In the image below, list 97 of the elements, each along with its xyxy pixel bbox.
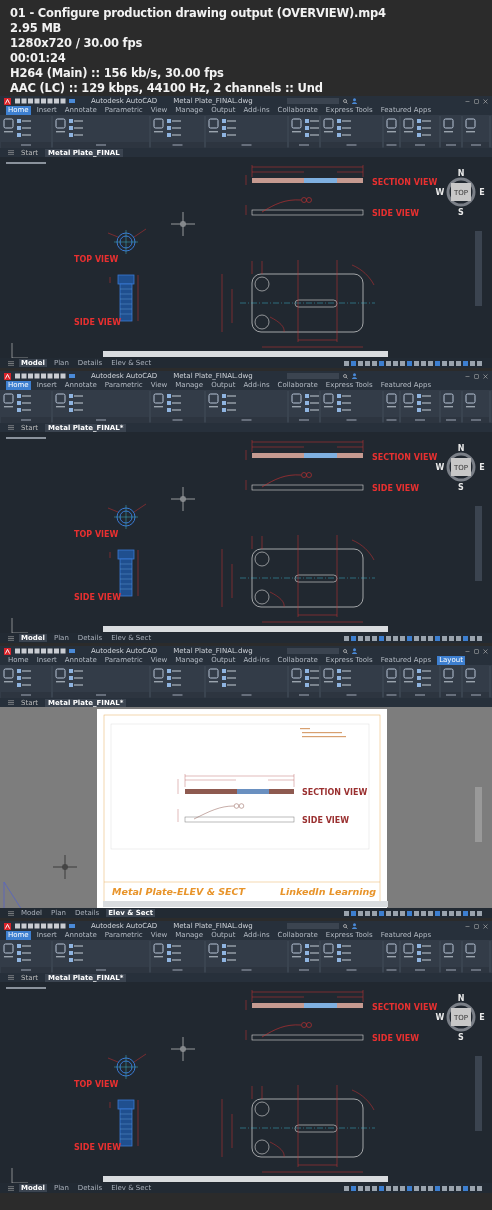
ucs-axes-icon — [11, 617, 29, 633]
bolt-top-view-drawing — [107, 1053, 147, 1080]
app-logo-icon[interactable] — [4, 372, 11, 380]
compass-letter[interactable]: S — [458, 208, 464, 217]
company-name: LinkedIn Learning — [280, 886, 377, 897]
close-icon[interactable] — [483, 648, 488, 654]
view-label: SIDE VIEW — [372, 1034, 420, 1043]
file-info-text: 00:01:24 — [10, 51, 67, 66]
file-info-text: AAC (LC) :: 129 kbps, 44100 Hz, 2 channels :: Und — [10, 81, 324, 96]
view-label: SECTION VIEW — [302, 788, 368, 797]
crosshair-icon — [52, 854, 78, 880]
ribbon-drawing[interactable] — [0, 940, 492, 973]
view-label: TOP VIEW — [74, 530, 119, 539]
maximize-icon[interactable] — [474, 373, 479, 379]
user-icon[interactable] — [351, 923, 357, 929]
app-logo-icon[interactable] — [4, 647, 11, 655]
status-toggles-drawing[interactable] — [344, 910, 484, 916]
viewcube-ring[interactable] — [446, 452, 476, 482]
compass-letter[interactable]: N — [457, 444, 465, 453]
bolt-top-view-drawing — [107, 228, 147, 255]
menu-icon[interactable] — [8, 1185, 14, 1191]
view-label: SIDE VIEW — [372, 484, 420, 493]
quick-access-toolbar-drawing[interactable] — [15, 648, 75, 654]
file-info-text: H264 (Main) :: 156 kb/s, 30.00 fps — [10, 66, 225, 81]
search-icon[interactable] — [342, 98, 348, 104]
menu-icon[interactable] — [8, 360, 14, 366]
view-label: SIDE VIEW — [372, 209, 420, 218]
maximize-icon[interactable] — [474, 648, 479, 654]
ucs-triangle-icon — [3, 881, 23, 908]
bolt-top-view-drawing — [107, 503, 147, 530]
ribbon-drawing[interactable] — [0, 390, 492, 423]
compass-letter[interactable]: E — [479, 463, 485, 472]
compass-letter[interactable]: N — [457, 169, 465, 178]
compass-letter[interactable]: S — [458, 483, 464, 492]
view-label: SIDE VIEW — [74, 1143, 122, 1152]
balloon-leader-drawing — [261, 197, 312, 213]
view-label: TOP VIEW — [74, 1080, 119, 1089]
search-icon[interactable] — [342, 373, 348, 379]
compass-letter[interactable]: W — [435, 1013, 445, 1022]
view-label: SECTION VIEW — [372, 453, 438, 462]
file-info-text: 2.95 MB — [10, 21, 63, 36]
compass-letter[interactable]: E — [479, 1013, 485, 1022]
menu-icon[interactable] — [8, 910, 14, 916]
compass-letter[interactable]: E — [479, 188, 485, 197]
quick-access-toolbar-drawing[interactable] — [15, 923, 75, 929]
menu-icon[interactable] — [8, 700, 14, 705]
user-icon[interactable] — [351, 373, 357, 379]
maximize-icon[interactable] — [474, 98, 479, 104]
menu-icon[interactable] — [8, 635, 14, 641]
close-icon[interactable] — [483, 923, 488, 929]
ribbon-drawing[interactable] — [0, 665, 492, 698]
minimize-icon[interactable] — [465, 923, 470, 929]
view-label: SIDE VIEW — [302, 816, 350, 825]
minimize-icon[interactable] — [465, 373, 470, 379]
ucs-axes-icon — [11, 1167, 29, 1183]
view-label: SIDE VIEW — [74, 593, 122, 602]
app-logo-icon[interactable] — [4, 97, 11, 105]
close-icon[interactable] — [483, 98, 488, 104]
balloon-leader-drawing — [193, 803, 245, 820]
notes-drawing — [300, 728, 346, 738]
crosshair-icon — [170, 211, 196, 237]
app-logo-icon[interactable] — [4, 922, 11, 930]
menu-icon[interactable] — [8, 150, 14, 155]
status-toggles-drawing[interactable] — [344, 635, 484, 641]
compass-letter[interactable]: W — [435, 188, 445, 197]
viewcube-ring[interactable] — [446, 177, 476, 207]
user-icon[interactable] — [351, 98, 357, 104]
minimize-icon[interactable] — [465, 98, 470, 104]
search-icon[interactable] — [342, 648, 348, 654]
menu-icon[interactable] — [8, 975, 14, 980]
crosshair-icon — [170, 486, 196, 512]
compass-letter[interactable]: W — [435, 463, 445, 472]
view-label: SECTION VIEW — [372, 178, 438, 187]
menu-icon[interactable] — [8, 425, 14, 430]
ribbon-drawing[interactable] — [0, 115, 492, 148]
balloon-leader-drawing — [261, 472, 312, 488]
file-info-text: 1280x720 / 30.00 fps — [10, 36, 144, 51]
compass-letter[interactable]: N — [457, 994, 465, 1003]
view-label: SIDE VIEW — [74, 318, 122, 327]
viewcube-ring[interactable] — [446, 1002, 476, 1032]
view-label: TOP VIEW — [74, 255, 119, 264]
minimize-icon[interactable] — [465, 648, 470, 654]
close-icon[interactable] — [483, 373, 488, 379]
maximize-icon[interactable] — [474, 923, 479, 929]
view-label: SECTION VIEW — [372, 1003, 438, 1012]
status-toggles-drawing[interactable] — [344, 1185, 484, 1191]
file-info-text: 01 - Configure production drawing output (OVERVIEW).mp4 — [10, 6, 387, 21]
search-icon[interactable] — [342, 923, 348, 929]
compass-letter[interactable]: S — [458, 1033, 464, 1042]
sheet-title: Metal Plate-ELEV & SECT — [112, 886, 246, 897]
user-icon[interactable] — [351, 648, 357, 654]
balloon-leader-drawing — [261, 1022, 312, 1038]
quick-access-toolbar-drawing[interactable] — [15, 98, 75, 104]
ucs-axes-icon — [11, 342, 29, 358]
quick-access-toolbar-drawing[interactable] — [15, 373, 75, 379]
crosshair-icon — [170, 1036, 196, 1062]
status-toggles-drawing[interactable] — [344, 360, 484, 366]
